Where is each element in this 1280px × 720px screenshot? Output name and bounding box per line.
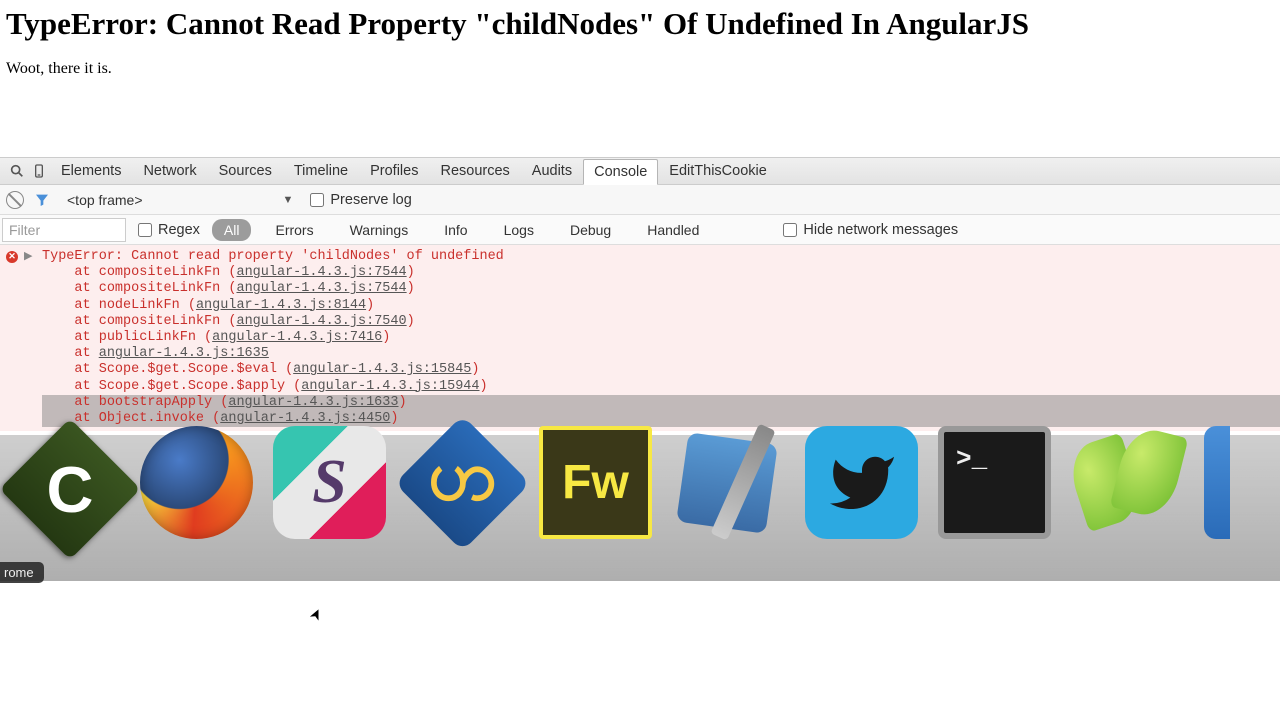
- dock-knot-icon[interactable]: ဟ: [383, 403, 543, 563]
- tab-timeline[interactable]: Timeline: [283, 158, 359, 184]
- filter-debug[interactable]: Debug: [558, 219, 623, 241]
- source-link[interactable]: angular-1.4.3.js:7544: [236, 281, 406, 296]
- tab-resources[interactable]: Resources: [429, 158, 520, 184]
- dock-partial-icon[interactable]: [1204, 426, 1230, 539]
- error-expand-toggle[interactable]: ▶: [24, 249, 32, 265]
- mouse-cursor-icon: ➤: [305, 605, 328, 624]
- stack-frame: at Scope.$get.Scope.$eval (angular-1.4.3…: [42, 362, 1280, 378]
- error-message: TypeError: Cannot read property 'childNo…: [42, 249, 1280, 265]
- macos-dock: C S ဟ Fw >_: [0, 398, 1280, 581]
- filter-info[interactable]: Info: [432, 219, 479, 241]
- hide-network-input[interactable]: [783, 223, 797, 237]
- tab-network[interactable]: Network: [132, 158, 207, 184]
- stack-frame: at compositeLinkFn (angular-1.4.3.js:754…: [42, 265, 1280, 281]
- stack-frame: at Scope.$get.Scope.$apply (angular-1.4.…: [42, 379, 1280, 395]
- stack-frame: at compositeLinkFn (angular-1.4.3.js:754…: [42, 281, 1280, 297]
- dock-xcode-icon[interactable]: [672, 426, 785, 539]
- source-link[interactable]: angular-1.4.3.js:7544: [236, 265, 406, 280]
- frame-selector-value: <top frame>: [67, 192, 143, 208]
- tab-sources[interactable]: Sources: [208, 158, 283, 184]
- devtools-tabbar: Elements Network Sources Timeline Profil…: [0, 157, 1280, 185]
- filter-errors[interactable]: Errors: [263, 219, 325, 241]
- device-icon[interactable]: [28, 158, 50, 184]
- regex-checkbox[interactable]: Regex: [138, 222, 200, 238]
- devtools-panel: Elements Network Sources Timeline Profil…: [0, 157, 1280, 431]
- regex-input[interactable]: [138, 223, 152, 237]
- stack-frame: at angular-1.4.3.js:1635: [42, 346, 1280, 362]
- filter-input[interactable]: [2, 218, 126, 242]
- dock-slack-icon[interactable]: S: [273, 426, 386, 539]
- hide-network-checkbox[interactable]: Hide network messages: [783, 222, 958, 238]
- page-body-text: Woot, there it is.: [6, 60, 1274, 78]
- preserve-log-label: Preserve log: [330, 192, 411, 208]
- hide-network-label: Hide network messages: [803, 222, 958, 238]
- source-link[interactable]: angular-1.4.3.js:7540: [236, 314, 406, 329]
- dock-firefox-icon[interactable]: [140, 426, 253, 539]
- tab-editthiscookie[interactable]: EditThisCookie: [658, 158, 778, 184]
- dock-camtasia-icon[interactable]: C: [0, 418, 141, 559]
- dock-fireworks-icon[interactable]: Fw: [539, 426, 652, 539]
- preserve-log-checkbox[interactable]: Preserve log: [310, 192, 411, 208]
- tab-console[interactable]: Console: [583, 159, 658, 185]
- console-toolbar: <top frame> ▼ Preserve log: [0, 185, 1280, 215]
- stack-frame: at publicLinkFn (angular-1.4.3.js:7416): [42, 330, 1280, 346]
- stack-frame: at compositeLinkFn (angular-1.4.3.js:754…: [42, 314, 1280, 330]
- page-title: TypeError: Cannot Read Property "childNo…: [6, 6, 1274, 42]
- clear-console-icon[interactable]: [6, 191, 24, 209]
- tab-profiles[interactable]: Profiles: [359, 158, 429, 184]
- dock-twitter-icon[interactable]: [805, 426, 918, 539]
- filter-toggle-icon[interactable]: [34, 192, 50, 208]
- filter-handled[interactable]: Handled: [635, 219, 711, 241]
- tab-audits[interactable]: Audits: [521, 158, 583, 184]
- search-icon[interactable]: [6, 158, 28, 184]
- filter-all[interactable]: All: [212, 219, 252, 241]
- filter-warnings[interactable]: Warnings: [338, 219, 421, 241]
- preserve-log-input[interactable]: [310, 193, 324, 207]
- dock-terminal-icon[interactable]: >_: [938, 426, 1051, 539]
- source-link[interactable]: angular-1.4.3.js:1635: [99, 346, 269, 361]
- tab-elements[interactable]: Elements: [50, 158, 132, 184]
- frame-selector[interactable]: <top frame> ▼: [60, 189, 300, 211]
- chevron-down-icon: ▼: [283, 194, 294, 206]
- dock-leaves-icon[interactable]: [1071, 426, 1184, 539]
- console-filter-bar: Regex All Errors Warnings Info Logs Debu…: [0, 215, 1280, 245]
- source-link[interactable]: angular-1.4.3.js:15944: [301, 379, 479, 394]
- filter-logs[interactable]: Logs: [492, 219, 546, 241]
- error-icon: ✕: [6, 251, 18, 263]
- source-link[interactable]: angular-1.4.3.js:8144: [196, 298, 366, 313]
- dock-app-label: rome: [0, 562, 44, 583]
- stack-frame: at nodeLinkFn (angular-1.4.3.js:8144): [42, 298, 1280, 314]
- source-link[interactable]: angular-1.4.3.js:7416: [212, 330, 382, 345]
- regex-label: Regex: [158, 222, 200, 238]
- source-link[interactable]: angular-1.4.3.js:15845: [293, 362, 471, 377]
